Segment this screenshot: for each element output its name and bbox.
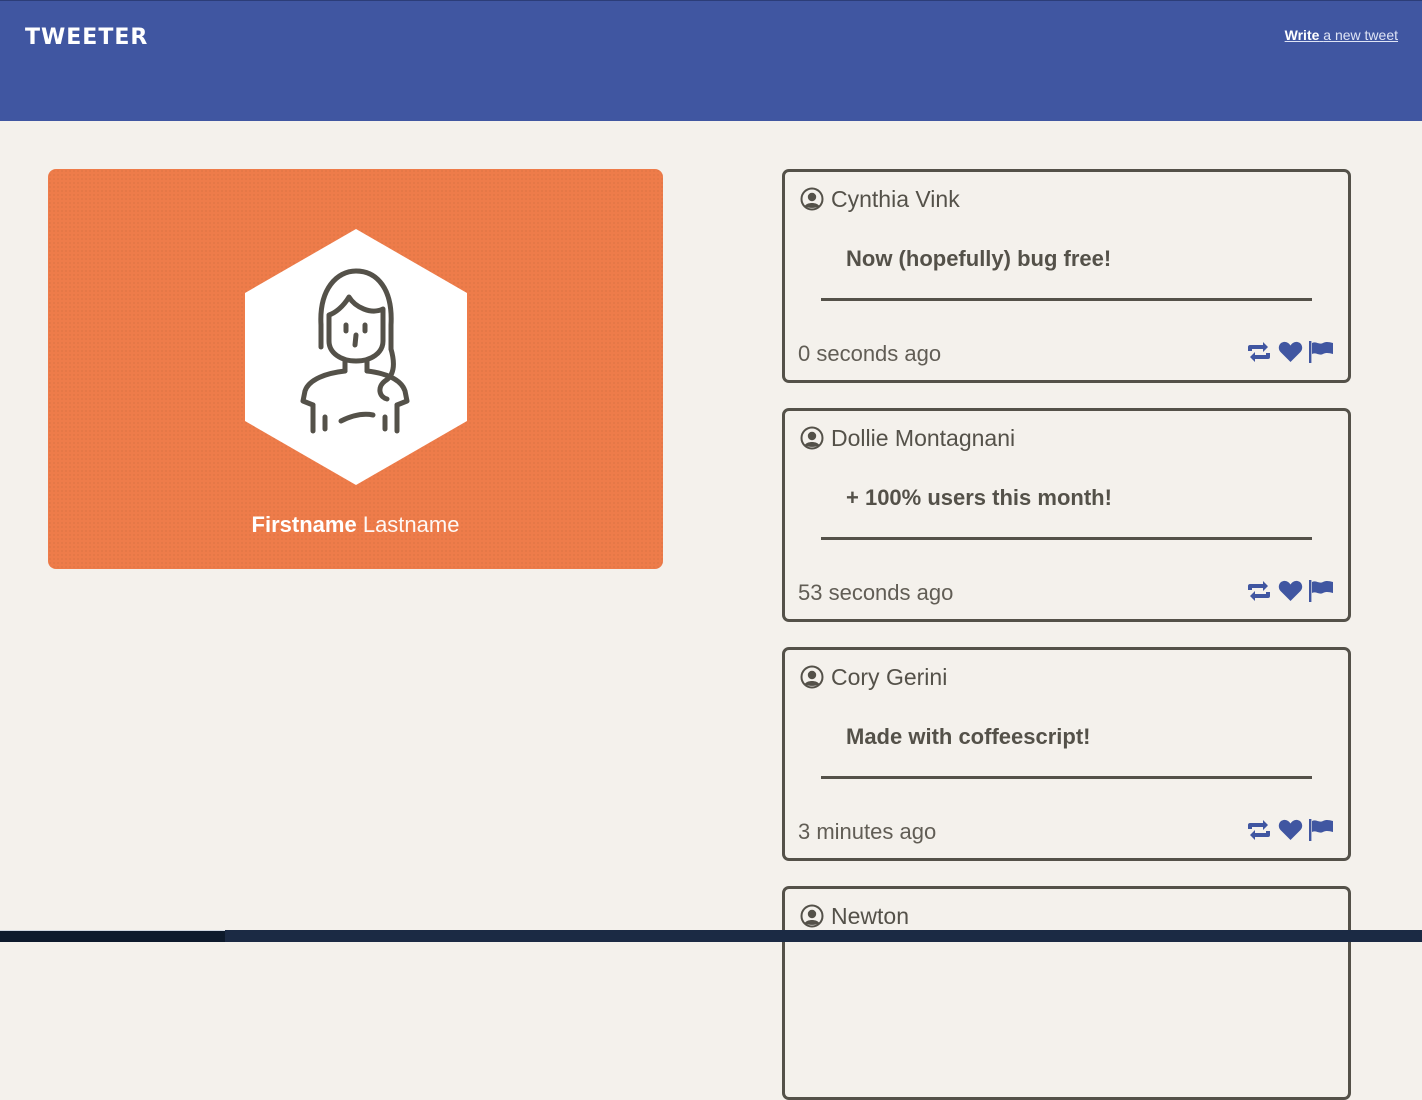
tweet-card: Dollie Montagnani + 100% users this mont… bbox=[782, 408, 1351, 622]
retweet-icon[interactable] bbox=[1246, 580, 1272, 606]
user-circle-icon bbox=[800, 665, 824, 689]
user-circle-icon bbox=[800, 187, 824, 211]
tweet-timestamp: 53 seconds ago bbox=[798, 580, 954, 605]
flag-icon[interactable] bbox=[1309, 579, 1333, 607]
tweet-divider bbox=[821, 776, 1312, 779]
top-nav-bar: TWEETER Write a new tweet bbox=[0, 0, 1422, 121]
tweet-actions bbox=[1246, 818, 1333, 846]
tweet-text: + 100% users this month! bbox=[846, 485, 1112, 510]
taskbar-segment bbox=[0, 930, 225, 942]
tweet-author: Newton bbox=[831, 903, 909, 929]
flag-icon[interactable] bbox=[1309, 818, 1333, 846]
tweet-text: Made with coffeescript! bbox=[846, 724, 1091, 749]
retweet-icon[interactable] bbox=[1246, 341, 1272, 367]
tweet-timestamp: 3 minutes ago bbox=[798, 819, 937, 844]
tweet-card: Newton bbox=[782, 886, 1351, 1100]
tweet-author: Cory Gerini bbox=[831, 664, 948, 690]
heart-icon[interactable] bbox=[1278, 819, 1303, 846]
tweet-text: Now (hopefully) bug free! bbox=[846, 246, 1112, 271]
tweet-author: Cynthia Vink bbox=[831, 186, 960, 212]
compose-link-rest: a new tweet bbox=[1323, 27, 1398, 43]
tweet-actions bbox=[1246, 579, 1333, 607]
bottom-taskbar bbox=[0, 930, 1422, 942]
brand-logo[interactable]: TWEETER bbox=[25, 25, 148, 50]
compose-link-bold: Write bbox=[1284, 27, 1320, 43]
tweet-actions bbox=[1246, 340, 1333, 368]
tweet-divider bbox=[821, 298, 1312, 301]
tweet-divider bbox=[821, 537, 1312, 540]
retweet-icon[interactable] bbox=[1246, 819, 1272, 845]
heart-icon[interactable] bbox=[1278, 580, 1303, 607]
profile-name: Firstname Lastname bbox=[48, 512, 663, 538]
tweet-timestamp: 0 seconds ago bbox=[798, 341, 942, 366]
heart-icon[interactable] bbox=[1278, 341, 1303, 368]
write-new-tweet-link[interactable]: Write a new tweet bbox=[1285, 27, 1398, 43]
tweet-author: Dollie Montagnani bbox=[831, 425, 1016, 451]
tweet-card: Cory Gerini Made with coffeescript! 3 mi… bbox=[782, 647, 1351, 861]
profile-card: Firstname Lastname bbox=[48, 169, 663, 569]
tweet-card: Cynthia Vink Now (hopefully) bug free! 0… bbox=[782, 169, 1351, 383]
profile-first-name: Firstname bbox=[251, 512, 357, 537]
flag-icon[interactable] bbox=[1309, 340, 1333, 368]
user-circle-icon bbox=[800, 426, 824, 450]
user-circle-icon bbox=[800, 904, 824, 928]
profile-last-name: Lastname bbox=[362, 512, 460, 537]
profile-avatar bbox=[245, 229, 467, 485]
